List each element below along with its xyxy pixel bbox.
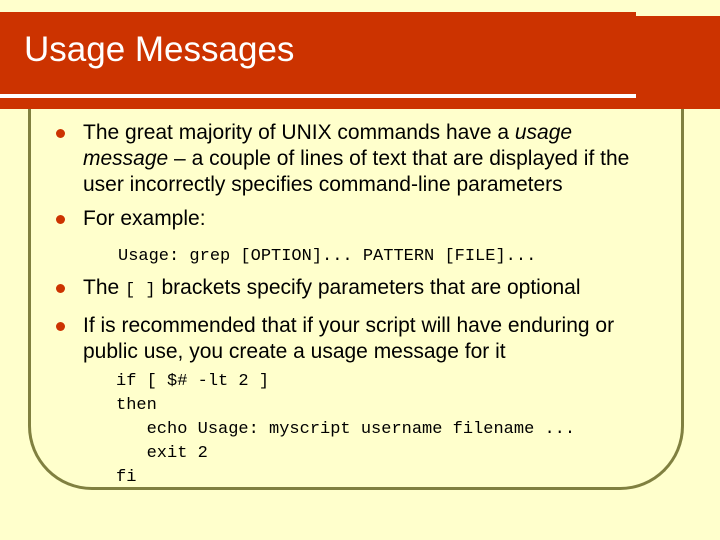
bullet-dot-icon bbox=[56, 322, 65, 331]
script-code-line: then bbox=[116, 396, 157, 415]
title-underline bbox=[0, 94, 636, 98]
script-code-line: exit 2 bbox=[116, 444, 208, 463]
script-code-line: if [ $# -lt 2 ] bbox=[116, 372, 270, 391]
bullet-text: The [ ] brackets specify parameters that… bbox=[83, 275, 662, 304]
example-usage-code: Usage: grep [OPTION]... PATTERN [FILE]..… bbox=[118, 247, 537, 266]
script-code-line: fi bbox=[116, 468, 137, 487]
bullet-inline-code: [ ] bbox=[125, 281, 156, 300]
bullet-dot-icon bbox=[56, 129, 65, 138]
script-code-line: echo Usage: myscript username filename .… bbox=[116, 420, 576, 439]
bullet-text-post: brackets specify parameters that are opt… bbox=[155, 276, 581, 299]
bullet-item: If is recommended that if your script wi… bbox=[56, 313, 662, 365]
bullet-item: The great majority of UNIX commands have… bbox=[56, 120, 662, 198]
bullet-text: If is recommended that if your script wi… bbox=[83, 314, 615, 363]
bullet-item: The [ ] brackets specify parameters that… bbox=[56, 275, 662, 304]
bullet-dot-icon bbox=[56, 284, 65, 293]
bullet-item: For example: bbox=[56, 206, 662, 232]
bullet-dot-icon bbox=[56, 215, 65, 224]
slide-title: Usage Messages bbox=[24, 30, 295, 69]
banner-notch bbox=[636, 12, 720, 16]
bullet-text-lead: The great majority of UNIX commands have… bbox=[83, 121, 515, 144]
bullet-text-pre: The bbox=[83, 276, 126, 299]
bullet-text: The great majority of UNIX commands have… bbox=[83, 120, 662, 198]
bullet-text: For example: bbox=[83, 207, 206, 230]
